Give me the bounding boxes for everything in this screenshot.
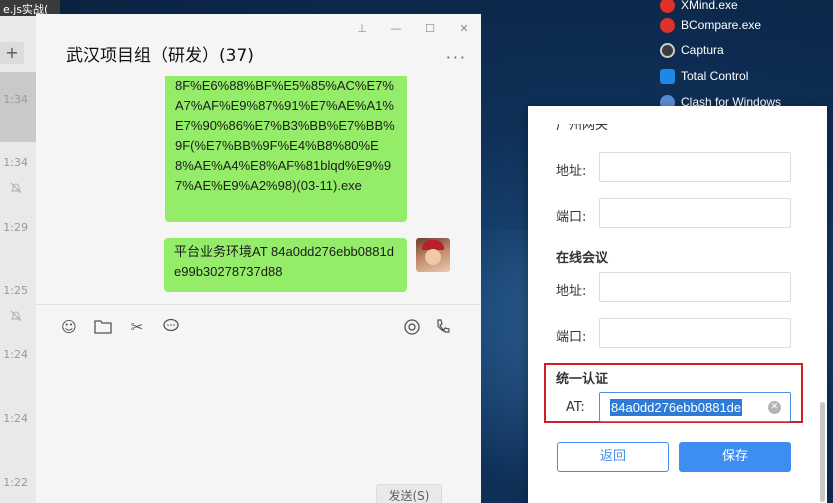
emoji-icon[interactable]: ☺ (60, 318, 78, 336)
mute-bell-icon (10, 182, 22, 194)
chat-item-time: 1:25 (3, 284, 28, 297)
taskbar-item-label: XMind.exe (681, 0, 738, 12)
call-toolbar (403, 318, 453, 336)
meeting-address-label: 地址: (556, 284, 587, 299)
message-area: 8F%E6%88%BF%E5%85%AC%E7%A7%AF%E9%87%91%E… (36, 76, 481, 304)
clear-input-icon[interactable]: ✕ (768, 401, 781, 414)
taskbar-item-label: BCompare.exe (681, 18, 762, 32)
phone-video-icon[interactable] (435, 318, 453, 336)
chat-title: 武汉项目组（研发）(37) (66, 46, 254, 66)
meeting-port-input[interactable] (599, 318, 791, 348)
pin-icon[interactable]: ⊥ (345, 22, 379, 35)
chat-item-time: 1:24 (3, 412, 28, 425)
meeting-address-input[interactable] (599, 272, 791, 302)
section-title-fragment: 广州网关 (556, 124, 609, 133)
bcompare-icon (660, 17, 675, 33)
live-icon[interactable] (403, 318, 421, 336)
input-toolbar: ☺ ✂ (60, 318, 180, 336)
chat-item-time: 1:24 (3, 348, 28, 361)
screenshot-scissors-icon[interactable]: ✂ (128, 318, 146, 336)
online-meeting-heading: 在线会议 (556, 251, 609, 266)
save-button[interactable]: 保存 (679, 442, 791, 472)
dialog-scrollbar[interactable] (820, 402, 825, 502)
chat-window: ⊥ — ☐ ✕ 武汉项目组（研发）(37) ··· 8F%E6%88%BF%E5… (36, 14, 481, 503)
at-token-selected-text: 84a0dd276ebb0881de (610, 399, 743, 416)
close-icon[interactable]: ✕ (447, 22, 481, 35)
chat-item-time: 1:22 (3, 476, 28, 489)
chat-item-time: 1:29 (3, 221, 28, 234)
taskbar-item-label: Captura (681, 43, 724, 57)
avatar[interactable] (416, 238, 450, 272)
chat-item-time: 1:34 (3, 93, 28, 106)
new-chat-button[interactable]: + (0, 42, 24, 64)
taskbar-item-bcompare[interactable]: BCompare.exe (660, 14, 761, 36)
chat-list-item-selected[interactable] (0, 72, 36, 142)
unified-auth-heading: 统一认证 (556, 372, 609, 387)
address-label: 地址: (556, 164, 587, 179)
send-button[interactable]: 发送(S) (376, 484, 442, 503)
port-label: 端口: (556, 210, 587, 225)
captura-icon (660, 42, 675, 58)
meeting-port-label: 端口: (556, 330, 587, 345)
input-divider (36, 304, 481, 305)
gateway-address-input[interactable] (599, 152, 791, 182)
xmind-icon (660, 0, 675, 13)
folder-icon[interactable] (94, 318, 112, 336)
back-button[interactable]: 返回 (557, 442, 669, 472)
total-control-icon (660, 68, 675, 84)
message-bubble[interactable]: 8F%E6%88%BF%E5%85%AC%E7%A7%AF%E9%87%91%E… (165, 76, 407, 222)
mute-bell-icon (10, 310, 22, 322)
settings-dialog: 广州网关 地址: 端口: 在线会议 地址: 端口: 统一认证 AT: 84a0d… (528, 106, 827, 503)
chat-item-time: 1:34 (3, 156, 28, 169)
gateway-port-input[interactable] (599, 198, 791, 228)
minimize-icon[interactable]: — (379, 22, 413, 35)
at-label: AT: (566, 400, 585, 415)
taskbar-item-total-control[interactable]: Total Control (660, 65, 748, 87)
chat-list-panel: e.js实战( + 1:34 1:34 1:29 1:25 1:24 1:24 … (0, 0, 60, 503)
maximize-icon[interactable]: ☐ (413, 22, 447, 35)
at-token-input[interactable]: 84a0dd276ebb0881de ✕ (599, 392, 791, 422)
chat-history-icon[interactable] (162, 318, 180, 336)
taskbar-item-label: Total Control (681, 69, 749, 83)
more-options-button[interactable]: ··· (446, 48, 467, 67)
message-bubble[interactable]: 平台业务环境AT 84a0dd276ebb0881de99b30278737d8… (164, 238, 407, 292)
taskbar-item-captura[interactable]: Captura (660, 39, 724, 61)
